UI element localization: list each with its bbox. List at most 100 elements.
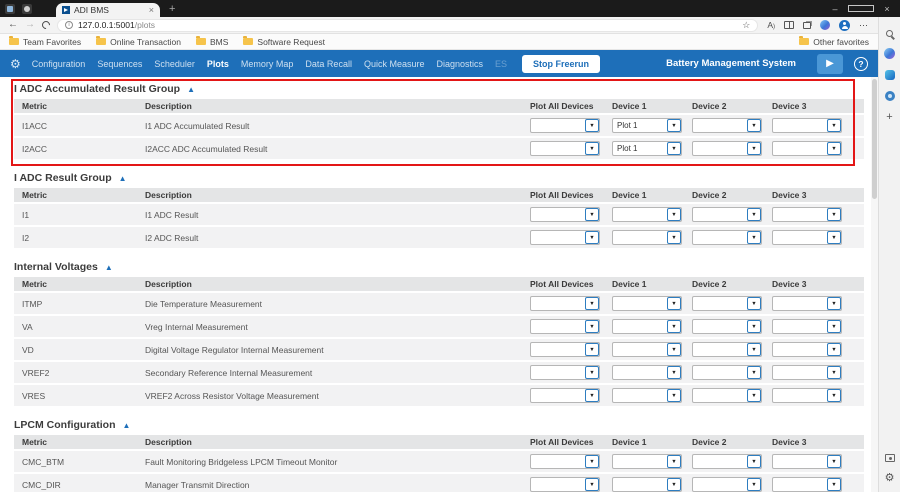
other-favorites[interactable]: Other favorites	[799, 37, 869, 47]
favorite-item-bms[interactable]: BMS	[196, 37, 228, 47]
plot-select-dropdown[interactable]: ▼	[530, 207, 600, 222]
column-header-description: Description	[137, 190, 522, 200]
plot-select-dropdown[interactable]: ▼	[692, 230, 762, 245]
dropdown-arrow-icon: ▼	[667, 366, 681, 379]
plot-select-dropdown[interactable]: ▼	[612, 454, 682, 469]
plot-select-dropdown[interactable]: ▼	[530, 296, 600, 311]
plot-select-dropdown[interactable]: ▼	[612, 477, 682, 492]
profile-avatar[interactable]	[839, 20, 850, 31]
plot-select-dropdown[interactable]: ▼	[692, 296, 762, 311]
plot-select-dropdown[interactable]: ▼	[772, 477, 842, 492]
plot-select-cell: ▼	[522, 454, 604, 469]
sidebar-tool-icon-1[interactable]	[885, 70, 895, 80]
dropdown-arrow-icon: ▼	[827, 389, 841, 402]
workspaces-icon[interactable]	[5, 4, 15, 14]
scrollbar-thumb[interactable]	[872, 79, 877, 199]
plot-select-dropdown[interactable]: ▼	[692, 207, 762, 222]
forward-icon[interactable]: →	[25, 20, 35, 30]
collapse-caret-icon[interactable]: ▲	[187, 85, 195, 94]
plot-select-dropdown[interactable]: ▼	[772, 207, 842, 222]
plot-select-dropdown[interactable]: ▼	[612, 296, 682, 311]
plot-select-dropdown[interactable]: ▼	[772, 454, 842, 469]
plot-select-dropdown[interactable]: ▼	[530, 388, 600, 403]
stop-freerun-button[interactable]: Stop Freerun	[522, 55, 600, 73]
back-icon[interactable]: ←	[8, 20, 18, 30]
plot-select-dropdown[interactable]: ▼	[772, 141, 842, 156]
favorite-item-team-favorites[interactable]: Team Favorites	[9, 37, 81, 47]
plot-select-dropdown[interactable]: Plot 1▼	[612, 141, 682, 156]
plot-select-dropdown[interactable]: ▼	[772, 388, 842, 403]
collapse-caret-icon[interactable]: ▲	[105, 263, 113, 272]
minimize-button[interactable]: –	[822, 0, 848, 17]
tab-close-icon[interactable]: ×	[149, 5, 154, 15]
browser-tab[interactable]: ADI BMS ×	[56, 3, 160, 17]
nav-item-configuration[interactable]: Configuration	[32, 59, 86, 69]
profile-badge-icon[interactable]	[22, 4, 32, 14]
plot-select-dropdown[interactable]: ▼	[692, 319, 762, 334]
copilot-icon[interactable]	[884, 48, 895, 59]
plot-select-dropdown[interactable]: ▼	[692, 454, 762, 469]
plot-select-dropdown[interactable]: ▼	[612, 342, 682, 357]
collapse-caret-icon[interactable]: ▲	[122, 421, 130, 430]
plot-select-dropdown[interactable]: ▼	[772, 230, 842, 245]
plot-select-dropdown[interactable]: ▼	[612, 207, 682, 222]
plot-select-dropdown[interactable]: ▼	[772, 296, 842, 311]
browser-toolbar: ← → i 127.0.0.1:5001/plots ☆ A) ⋯	[0, 17, 878, 34]
read-aloud-icon[interactable]: A)	[767, 20, 775, 30]
add-sidebar-item-icon[interactable]: +	[886, 112, 892, 123]
refresh-icon[interactable]	[40, 19, 51, 30]
favorite-star-icon[interactable]: ☆	[742, 20, 750, 31]
favorite-item-online-transaction[interactable]: Online Transaction	[96, 37, 181, 47]
site-info-icon[interactable]: i	[65, 21, 73, 29]
nav-item-quick-measure[interactable]: Quick Measure	[364, 59, 425, 69]
plot-select-dropdown[interactable]: ▼	[692, 342, 762, 357]
address-bar[interactable]: i 127.0.0.1:5001/plots ☆	[57, 19, 758, 32]
close-window-button[interactable]: ×	[874, 0, 900, 17]
plot-select-dropdown[interactable]: ▼	[530, 230, 600, 245]
plot-select-dropdown[interactable]: ▼	[612, 319, 682, 334]
nav-item-data-recall[interactable]: Data Recall	[305, 59, 352, 69]
plot-select-dropdown[interactable]: ▼	[772, 118, 842, 133]
maximize-button[interactable]	[848, 0, 874, 17]
nav-item-es[interactable]: ES	[495, 59, 507, 69]
plot-select-dropdown[interactable]: ▼	[530, 454, 600, 469]
nav-item-diagnostics[interactable]: Diagnostics	[436, 59, 483, 69]
split-screen-icon[interactable]	[784, 21, 794, 29]
plot-select-dropdown[interactable]: ▼	[692, 141, 762, 156]
plot-select-dropdown[interactable]: ▼	[692, 118, 762, 133]
plot-select-dropdown[interactable]: ▼	[692, 477, 762, 492]
favorite-item-software-request[interactable]: Software Request	[243, 37, 325, 47]
more-menu-icon[interactable]: ⋯	[859, 20, 868, 31]
plot-select-dropdown[interactable]: ▼	[692, 365, 762, 380]
plot-select-dropdown[interactable]: ▼	[612, 388, 682, 403]
plot-select-dropdown[interactable]: ▼	[612, 365, 682, 380]
plot-select-dropdown[interactable]: ▼	[530, 141, 600, 156]
run-play-button[interactable]: ▶	[817, 54, 843, 74]
metric-group-lpcm-configuration: LPCM Configuration▲MetricDescriptionPlot…	[14, 419, 864, 492]
plot-select-dropdown[interactable]: ▼	[530, 319, 600, 334]
page-scrollbar[interactable]	[871, 77, 878, 492]
plot-select-dropdown[interactable]: Plot 1▼	[612, 118, 682, 133]
nav-item-sequences[interactable]: Sequences	[97, 59, 142, 69]
help-button[interactable]: ?	[854, 57, 868, 71]
plot-select-dropdown[interactable]: ▼	[530, 118, 600, 133]
plot-select-dropdown[interactable]: ▼	[530, 342, 600, 357]
plot-select-dropdown[interactable]: ▼	[772, 319, 842, 334]
nav-item-scheduler[interactable]: Scheduler	[154, 59, 195, 69]
plot-select-dropdown[interactable]: ▼	[772, 342, 842, 357]
plot-select-dropdown[interactable]: ▼	[772, 365, 842, 380]
collapse-caret-icon[interactable]: ▲	[119, 174, 127, 183]
sidebar-tool-icon-2[interactable]	[885, 91, 895, 101]
nav-item-plots[interactable]: Plots	[207, 59, 229, 69]
settings-gear-icon[interactable]: ⚙	[10, 57, 21, 71]
plot-select-dropdown[interactable]: ▼	[530, 477, 600, 492]
plot-select-dropdown[interactable]: ▼	[692, 388, 762, 403]
plot-select-dropdown[interactable]: ▼	[530, 365, 600, 380]
plot-select-dropdown[interactable]: ▼	[612, 230, 682, 245]
copilot-toolbar-icon[interactable]	[820, 20, 830, 30]
collections-icon[interactable]	[803, 22, 811, 29]
search-icon[interactable]	[886, 30, 893, 37]
screenshot-icon[interactable]	[885, 454, 895, 462]
nav-item-memory-map[interactable]: Memory Map	[241, 59, 294, 69]
sidebar-settings-icon[interactable]: ⚙	[885, 473, 895, 484]
